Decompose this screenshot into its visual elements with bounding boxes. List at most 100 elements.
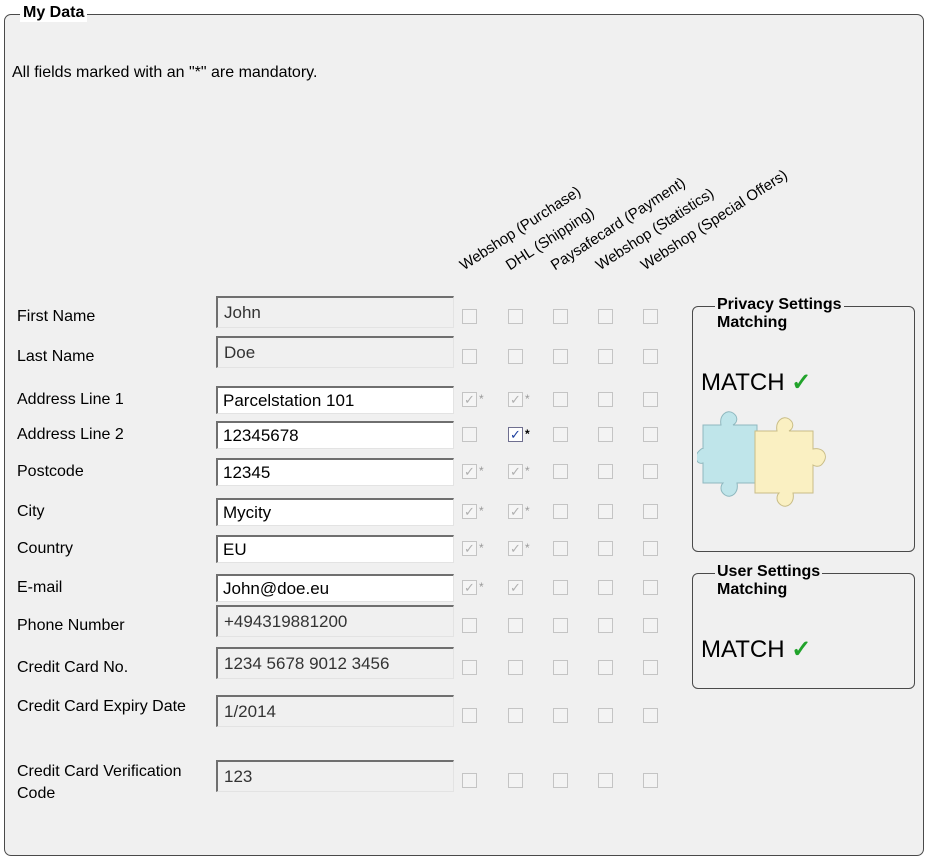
consent-checkbox[interactable] xyxy=(508,708,523,723)
field-input[interactable] xyxy=(216,421,454,449)
consent-checkbox[interactable] xyxy=(462,660,477,675)
consent-checkbox[interactable] xyxy=(553,504,568,519)
mandatory-marker: * xyxy=(479,504,484,518)
consent-checkbox[interactable] xyxy=(508,618,523,633)
field-input[interactable] xyxy=(216,296,454,328)
field-label: Phone Number xyxy=(17,617,125,634)
field-label: Address Line 1 xyxy=(17,391,124,408)
consent-checkbox[interactable]: ✓ xyxy=(462,504,477,519)
field-input[interactable] xyxy=(216,535,454,563)
privacy-match-status: MATCH ✓ xyxy=(701,369,812,396)
field-label: City xyxy=(17,503,45,520)
field-input[interactable] xyxy=(216,336,454,368)
consent-checkbox[interactable]: ✓ xyxy=(508,504,523,519)
consent-checkbox[interactable] xyxy=(643,660,658,675)
consent-checkbox[interactable] xyxy=(462,618,477,633)
consent-checkbox[interactable] xyxy=(598,773,613,788)
consent-checkbox[interactable] xyxy=(598,580,613,595)
field-label: Country xyxy=(17,540,74,557)
mandatory-marker: * xyxy=(525,392,530,406)
field-input[interactable] xyxy=(216,605,454,637)
check-icon: ✓ xyxy=(791,369,812,396)
consent-checkbox[interactable] xyxy=(598,660,613,675)
mandatory-marker: * xyxy=(525,541,530,555)
consent-checkbox[interactable] xyxy=(553,660,568,675)
consent-checkbox[interactable] xyxy=(508,349,523,364)
mandatory-marker: * xyxy=(479,392,484,406)
consent-checkbox[interactable]: ✓ xyxy=(462,392,477,407)
field-input[interactable] xyxy=(216,498,454,526)
consent-checkbox[interactable] xyxy=(553,541,568,556)
consent-checkbox[interactable] xyxy=(643,392,658,407)
mandatory-marker: * xyxy=(525,464,530,478)
consent-checkbox[interactable] xyxy=(643,349,658,364)
consent-checkbox[interactable]: ✓ xyxy=(462,464,477,479)
field-input[interactable] xyxy=(216,386,454,414)
field-input[interactable] xyxy=(216,458,454,486)
consent-checkbox[interactable] xyxy=(462,349,477,364)
field-input[interactable] xyxy=(216,760,454,792)
consent-checkbox[interactable]: ✓ xyxy=(508,580,523,595)
consent-checkbox[interactable] xyxy=(643,309,658,324)
consent-checkbox[interactable]: ✓ xyxy=(462,541,477,556)
field-label: Last Name xyxy=(17,348,95,365)
field-label: Address Line 2 xyxy=(17,426,124,443)
consent-checkbox[interactable]: ✓ xyxy=(508,541,523,556)
consent-checkbox[interactable] xyxy=(643,618,658,633)
consent-checkbox[interactable] xyxy=(643,427,658,442)
consent-checkbox[interactable]: ✓ xyxy=(462,580,477,595)
consent-checkbox[interactable]: ✓ xyxy=(508,427,523,442)
consent-checkbox[interactable] xyxy=(598,309,613,324)
consent-checkbox[interactable] xyxy=(598,504,613,519)
consent-checkbox[interactable] xyxy=(598,392,613,407)
user-settings-box: User Settings Matching MATCH ✓ xyxy=(692,563,915,689)
mandatory-marker: * xyxy=(479,580,484,594)
privacy-settings-title: Privacy Settings Matching xyxy=(715,296,844,332)
consent-checkbox[interactable] xyxy=(508,773,523,788)
consent-checkbox[interactable] xyxy=(643,464,658,479)
consent-checkbox[interactable] xyxy=(598,464,613,479)
group-title: My Data xyxy=(20,4,88,22)
consent-checkbox[interactable] xyxy=(598,349,613,364)
consent-checkbox[interactable] xyxy=(598,541,613,556)
consent-checkbox[interactable] xyxy=(553,708,568,723)
field-label: E-mail xyxy=(17,579,63,596)
field-label: Postcode xyxy=(17,463,84,480)
user-match-status: MATCH ✓ xyxy=(701,636,812,663)
consent-checkbox[interactable] xyxy=(598,618,613,633)
mandatory-marker: * xyxy=(479,541,484,555)
consent-checkbox[interactable] xyxy=(462,309,477,324)
consent-checkbox[interactable] xyxy=(462,773,477,788)
consent-checkbox[interactable] xyxy=(643,708,658,723)
consent-checkbox[interactable] xyxy=(553,464,568,479)
consent-checkbox[interactable] xyxy=(598,427,613,442)
field-input[interactable] xyxy=(216,574,454,602)
field-label: First Name xyxy=(17,308,96,325)
consent-checkbox[interactable] xyxy=(598,708,613,723)
consent-checkbox[interactable] xyxy=(462,427,477,442)
consent-checkbox[interactable] xyxy=(462,708,477,723)
mandatory-marker: * xyxy=(525,504,530,518)
consent-checkbox[interactable] xyxy=(643,773,658,788)
consent-checkbox[interactable]: ✓ xyxy=(508,392,523,407)
mandatory-marker: * xyxy=(479,464,484,478)
consent-checkbox[interactable] xyxy=(553,392,568,407)
consent-checkbox[interactable]: ✓ xyxy=(508,464,523,479)
consent-checkbox[interactable] xyxy=(553,773,568,788)
consent-checkbox[interactable] xyxy=(508,660,523,675)
consent-checkbox[interactable] xyxy=(508,309,523,324)
consent-checkbox[interactable] xyxy=(553,309,568,324)
field-input[interactable] xyxy=(216,647,454,679)
consent-checkbox[interactable] xyxy=(553,580,568,595)
consent-checkbox[interactable] xyxy=(553,618,568,633)
field-input[interactable] xyxy=(216,695,454,727)
consent-checkbox[interactable] xyxy=(643,504,658,519)
consent-checkbox[interactable] xyxy=(643,580,658,595)
consent-checkbox[interactable] xyxy=(643,541,658,556)
user-settings-title: User Settings Matching xyxy=(715,563,823,599)
consent-checkbox[interactable] xyxy=(553,427,568,442)
mandatory-note: All fields marked with an "*" are mandat… xyxy=(12,64,318,81)
field-label: Credit Card Verification Code xyxy=(17,763,182,802)
field-label: Credit Card Expiry Date xyxy=(17,698,186,715)
consent-checkbox[interactable] xyxy=(553,349,568,364)
